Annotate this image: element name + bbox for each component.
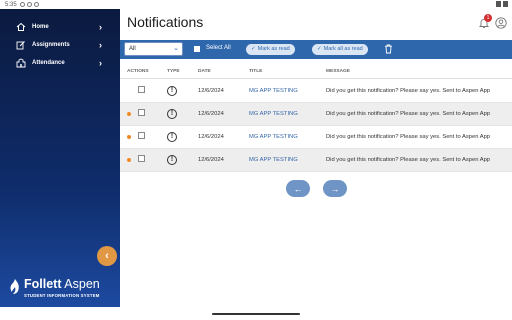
chevron-right-icon: › (99, 57, 102, 68)
notification-toolbar: All ⌄ Select All ✓ Mark as read ✓ Mark all… (120, 40, 512, 59)
row-date: 12/6/2024 (198, 111, 224, 117)
mark-as-read-button[interactable]: ✓ Mark as read (246, 44, 295, 55)
brand-name: Follett Aspen (24, 277, 100, 291)
collapse-sidebar-button[interactable]: ‹ (97, 246, 117, 266)
row-message: Did you get this notification? Please sa… (326, 88, 491, 94)
table-header: ACTIONS TYPE DATE TITLE MESSAGE (120, 65, 512, 79)
info-icon: ! (167, 109, 177, 119)
column-header: TYPE (167, 69, 180, 74)
row-checkbox[interactable] (138, 109, 145, 116)
chevron-right-icon: › (99, 21, 102, 32)
sidebar-item-label: Home (32, 24, 49, 30)
chevron-left-icon: ‹ (105, 250, 109, 262)
school-icon (16, 58, 26, 68)
home-icon (16, 22, 26, 31)
account-icon[interactable] (495, 17, 507, 29)
navigation-bar (0, 307, 512, 320)
row-message: Did you get this notification? Please sa… (326, 111, 491, 117)
follett-flame-icon (10, 279, 19, 294)
unread-indicator (127, 112, 131, 116)
info-icon: ! (167, 155, 177, 165)
column-header: MESSAGE (326, 69, 350, 74)
row-title[interactable]: MG APP TESTING (249, 134, 298, 140)
notification-badge: 1 (484, 14, 492, 22)
mark-all-as-read-button[interactable]: ✓ Mark all as read (312, 44, 368, 55)
info-icon: ! (167, 86, 177, 96)
main-content: Notifications 1 All ⌄ Select All ✓ Mark a… (120, 9, 512, 307)
info-icon: ! (167, 132, 177, 142)
table-row[interactable]: ! 12/6/2024 MG APP TESTING Did you get t… (120, 103, 512, 126)
row-title[interactable]: MG APP TESTING (249, 157, 298, 163)
column-header: DATE (198, 69, 211, 74)
page-title: Notifications (127, 14, 204, 30)
row-checkbox[interactable] (138, 155, 145, 162)
row-title[interactable]: MG APP TESTING (249, 111, 298, 117)
row-message: Did you get this notification? Please sa… (326, 157, 491, 163)
trash-icon[interactable] (384, 44, 393, 54)
column-header: TITLE (249, 69, 263, 74)
row-title[interactable]: MG APP TESTING (249, 88, 298, 94)
sidebar-item-home[interactable]: Home › (0, 19, 120, 35)
brand-logo: Follett Aspen STUDENT INFORMATION SYSTEM (8, 277, 118, 307)
sidebar-item-label: Assignments (32, 42, 70, 48)
brand-tagline: STUDENT INFORMATION SYSTEM (24, 293, 100, 298)
chevron-right-icon: › (99, 39, 102, 50)
filter-select[interactable]: All ⌄ (124, 42, 183, 56)
row-date: 12/6/2024 (198, 157, 224, 163)
table-row[interactable]: ! 12/6/2024 MG APP TESTING Did you get t… (120, 80, 512, 103)
row-message: Did you get this notification? Please sa… (326, 134, 491, 140)
unread-indicator (127, 158, 131, 162)
unread-indicator (127, 135, 131, 139)
select-all-label: Select All (206, 45, 231, 51)
select-all-checkbox[interactable] (194, 46, 200, 52)
arrow-left-icon: ← (293, 183, 303, 194)
sidebar-item-label: Attendance (32, 60, 65, 66)
previous-page-button[interactable]: ← (286, 180, 310, 197)
next-page-button[interactable]: → (323, 180, 347, 197)
table-row[interactable]: ! 12/6/2024 MG APP TESTING Did you get t… (120, 149, 512, 172)
sidebar: Home › Assignments › Attendance › ‹ Foll… (0, 9, 120, 307)
row-checkbox[interactable] (138, 132, 145, 139)
system-status-bar: 5:35 (0, 0, 512, 9)
sidebar-item-attendance[interactable]: Attendance › (0, 55, 120, 71)
check-icon: ✓ (251, 46, 256, 52)
status-time: 5:35 (5, 1, 17, 8)
status-icons (19, 2, 39, 7)
table-row[interactable]: ! 12/6/2024 MG APP TESTING Did you get t… (120, 126, 512, 149)
sidebar-item-assignments[interactable]: Assignments › (0, 37, 120, 53)
column-header: ACTIONS (127, 69, 149, 74)
arrow-right-icon: → (330, 183, 340, 194)
edit-icon (16, 41, 25, 50)
gesture-home-bar[interactable] (212, 313, 300, 315)
check-all-icon: ✓ (317, 46, 322, 52)
battery-wifi-icons (496, 1, 508, 7)
filter-select-value: All (129, 46, 136, 52)
row-checkbox[interactable] (138, 86, 145, 93)
row-date: 12/6/2024 (198, 88, 224, 94)
row-date: 12/6/2024 (198, 134, 224, 140)
chevron-down-icon: ⌄ (173, 45, 179, 52)
